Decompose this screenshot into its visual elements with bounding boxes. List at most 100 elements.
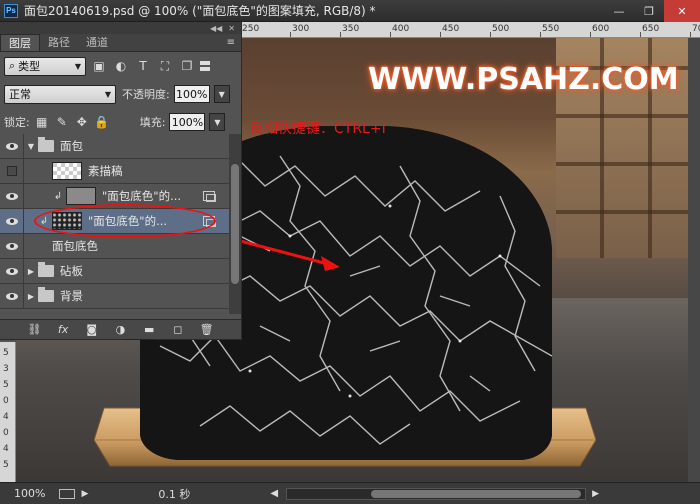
filter-toggle[interactable] bbox=[200, 56, 212, 76]
scroll-thumb[interactable] bbox=[371, 489, 582, 498]
close-panel-icon[interactable]: ✕ bbox=[228, 24, 235, 33]
ruler-tick-label: 550 bbox=[542, 24, 560, 34]
layer-filter-select[interactable]: ⌕ 类型 ▼ bbox=[4, 56, 86, 76]
ruler-tick-label: 600 bbox=[592, 24, 610, 34]
visibility-eye-icon[interactable] bbox=[0, 283, 24, 309]
ruler-tick-label: 650 bbox=[642, 24, 660, 34]
annotation-ellipse bbox=[34, 204, 216, 238]
photoshop-logo-icon: Ps bbox=[4, 3, 18, 18]
lock-transparency-icon[interactable]: ▦ bbox=[34, 114, 50, 130]
expand-caret-icon[interactable]: ▶ bbox=[24, 267, 38, 276]
search-icon: ⌕ bbox=[9, 59, 16, 72]
ruler-tick-label: 350 bbox=[342, 24, 360, 34]
chevron-down-icon: ▼ bbox=[104, 89, 111, 99]
zoom-level[interactable]: 100% bbox=[14, 487, 45, 500]
ruler-tick-label: 3 bbox=[3, 364, 9, 374]
scroll-right-icon[interactable]: ▶ bbox=[592, 489, 599, 499]
ruler-tick-label: 450 bbox=[442, 24, 460, 34]
vertical-scrollbar[interactable] bbox=[688, 38, 700, 482]
status-menu-arrow-icon[interactable]: ▶ bbox=[81, 489, 88, 499]
fill-input[interactable]: 100% bbox=[169, 113, 206, 131]
blend-mode-value: 正常 bbox=[9, 88, 31, 101]
blend-mode-select[interactable]: 正常 ▼ bbox=[4, 84, 116, 104]
document-info-icon[interactable] bbox=[59, 488, 76, 499]
pixel-filter-icon[interactable]: ▣ bbox=[90, 58, 108, 74]
folder-icon[interactable]: ▬ bbox=[141, 323, 157, 336]
link-icon[interactable]: ⛓ bbox=[26, 323, 42, 336]
panel-tabs: 图层 路径 通道 ≡ bbox=[0, 34, 241, 52]
opacity-input[interactable]: 100% bbox=[173, 85, 210, 103]
type-filter-icon[interactable]: T bbox=[134, 58, 152, 74]
top-ruler: 250 300 350 400 450 500 550 600 650 700 bbox=[232, 22, 700, 38]
mask-icon[interactable]: ◙ bbox=[84, 323, 100, 336]
layer-row-group-bread[interactable]: ▼ 面包 bbox=[0, 133, 241, 159]
tab-paths[interactable]: 路径 bbox=[40, 34, 78, 51]
ruler-tick-label: 4 bbox=[3, 444, 9, 454]
chevron-down-icon: ▼ bbox=[74, 61, 81, 71]
opacity-dropdown-icon[interactable]: ▼ bbox=[213, 85, 230, 103]
layer-name: 面包底色 bbox=[52, 239, 98, 253]
smart-object-filter-icon[interactable]: ❐ bbox=[178, 58, 196, 74]
layer-thumbnail bbox=[52, 162, 82, 180]
ruler-tick bbox=[440, 32, 441, 37]
ruler-tick bbox=[490, 32, 491, 37]
layer-name: 砧板 bbox=[60, 264, 83, 278]
visibility-eye-icon[interactable] bbox=[0, 183, 24, 209]
ruler-tick-label: 300 bbox=[292, 24, 310, 34]
layer-row-group-background[interactable]: ▶ 背景 bbox=[0, 283, 241, 309]
panel-menu-icon[interactable]: ≡ bbox=[227, 37, 235, 48]
shape-filter-icon[interactable]: ⛶ bbox=[156, 58, 174, 74]
layer-name: 素描稿 bbox=[88, 164, 123, 178]
new-layer-icon[interactable]: ◻ bbox=[170, 323, 186, 336]
ruler-tick-label: 0 bbox=[3, 396, 9, 406]
adjustment-filter-icon[interactable]: ◐ bbox=[112, 58, 130, 74]
lock-all-icon[interactable]: 🔒 bbox=[94, 114, 110, 130]
visibility-eye-icon[interactable] bbox=[0, 233, 24, 259]
lock-pixels-icon[interactable]: ✎ bbox=[54, 114, 70, 130]
minimize-button[interactable]: — bbox=[604, 0, 634, 22]
fill-dropdown-icon[interactable]: ▼ bbox=[209, 113, 226, 131]
restore-button[interactable]: ❐ bbox=[634, 0, 664, 22]
ruler-tick-label: 5 bbox=[3, 380, 9, 390]
scroll-thumb[interactable] bbox=[231, 164, 239, 284]
layers-scrollbar[interactable] bbox=[229, 134, 241, 314]
lock-row: 锁定: ▦ ✎ ✥ 🔒 填充: 100% ▼ bbox=[0, 108, 241, 136]
ruler-tick bbox=[640, 32, 641, 37]
smart-object-badge-icon bbox=[203, 191, 216, 202]
left-ruler: 5 3 5 0 4 0 4 5 bbox=[0, 342, 16, 482]
window-controls: — ❐ ✕ bbox=[604, 0, 700, 22]
ruler-tick-label: 500 bbox=[492, 24, 510, 34]
panel-header: ◀◀ ✕ bbox=[0, 22, 241, 34]
lock-label: 锁定: bbox=[4, 116, 30, 129]
layer-name: 背景 bbox=[60, 289, 83, 303]
fx-icon[interactable]: fx bbox=[55, 323, 71, 336]
expand-caret-icon[interactable]: ▶ bbox=[24, 292, 38, 301]
layer-row-sketch[interactable]: 素描稿 bbox=[0, 158, 241, 184]
adjustment-icon[interactable]: ◑ bbox=[112, 323, 128, 336]
timing-readout: 0.1 秒 bbox=[158, 487, 191, 501]
visibility-eye-icon[interactable] bbox=[0, 258, 24, 284]
ruler-tick-label: 0 bbox=[3, 428, 9, 438]
visibility-eye-icon[interactable] bbox=[0, 208, 24, 234]
filter-row: ⌕ 类型 ▼ ▣ ◐ T ⛶ ❐ bbox=[0, 52, 241, 80]
visibility-off-box[interactable] bbox=[0, 158, 24, 184]
collapse-panel-icon[interactable]: ◀◀ bbox=[210, 24, 222, 33]
tab-layers[interactable]: 图层 bbox=[0, 34, 40, 51]
trash-icon[interactable]: 🗑 bbox=[199, 323, 215, 336]
lock-position-icon[interactable]: ✥ bbox=[74, 114, 90, 130]
panel-bottom-toolbar: ⛓ fx ◙ ◑ ▬ ◻ 🗑 bbox=[0, 319, 241, 339]
ruler-tick bbox=[390, 32, 391, 37]
expand-caret-icon[interactable]: ▼ bbox=[24, 142, 38, 151]
folder-icon bbox=[38, 287, 54, 302]
ruler-tick bbox=[590, 32, 591, 37]
layer-row-group-board[interactable]: ▶ 砧板 bbox=[0, 258, 241, 284]
ruler-tick-label: 4 bbox=[3, 412, 9, 422]
opacity-label: 不透明度: bbox=[122, 88, 170, 101]
visibility-eye-icon[interactable] bbox=[0, 133, 24, 159]
blend-row: 正常 ▼ 不透明度: 100% ▼ bbox=[0, 80, 241, 108]
close-button[interactable]: ✕ bbox=[664, 0, 700, 22]
ruler-tick bbox=[290, 32, 291, 37]
scroll-left-icon[interactable]: ◀ bbox=[270, 488, 278, 499]
tab-channels[interactable]: 通道 bbox=[78, 34, 116, 51]
horizontal-scrollbar[interactable] bbox=[286, 487, 587, 500]
